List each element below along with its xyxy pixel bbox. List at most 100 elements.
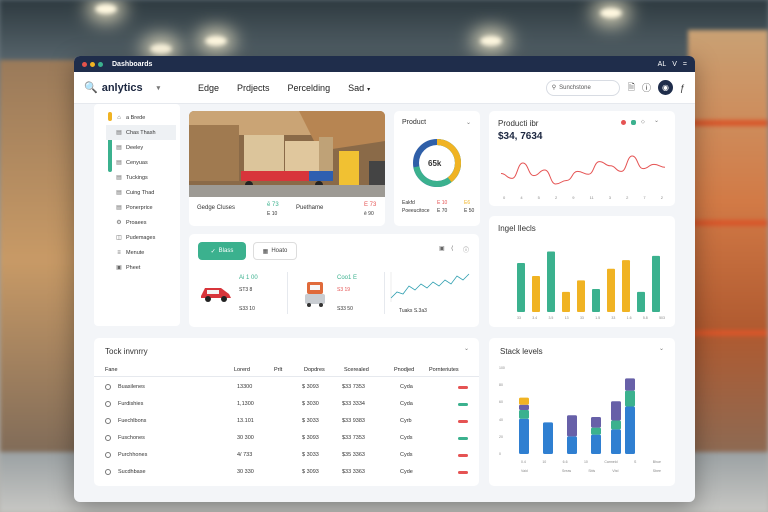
- column-header[interactable]: Lorerd: [234, 367, 250, 373]
- stock-levels-tick-label: 60: [499, 400, 503, 405]
- sidebar-item-0[interactable]: ⌂ a Brede: [106, 110, 176, 125]
- column-header[interactable]: Pnodjed: [394, 367, 414, 373]
- photo-left-label: Gedge Cluses: [197, 205, 236, 211]
- stock-levels-title: Stack levels: [500, 347, 543, 356]
- product-title: Product: [402, 119, 427, 126]
- sidebar-item-label: Pudemages: [126, 234, 156, 241]
- nav-link-1[interactable]: Edge: [198, 83, 219, 93]
- info-icon[interactable]: ⓘ: [463, 245, 469, 254]
- photo-mid-value: ē 73: [267, 202, 279, 208]
- production-tick-label: 9: [572, 195, 575, 200]
- column-header[interactable]: Fane: [105, 367, 118, 373]
- photo-mid-label: Puethame: [296, 205, 324, 211]
- row-radio[interactable]: [105, 418, 111, 424]
- cell-c3: $35 3363: [342, 452, 365, 458]
- cell-name: Sucdhbase: [118, 469, 146, 475]
- sidebar-item-5[interactable]: ▤ Cuing Thad: [106, 185, 176, 200]
- back-icon[interactable]: ⟨: [451, 245, 453, 252]
- sidebar-item-9[interactable]: ≡ Menute: [106, 245, 176, 260]
- ingel-tick-label: 33: [611, 316, 616, 320]
- table-row[interactable]: Sucdhbase 30 330 $ 3093 $33 3363 Cyde: [94, 464, 479, 481]
- stock-bar-segment: [625, 406, 635, 454]
- row-radio[interactable]: [105, 469, 111, 475]
- sidebar-item-7[interactable]: ⚙ Proaees: [106, 215, 176, 230]
- ingel-bar: [562, 291, 570, 312]
- cell-name: Buasilenes: [118, 384, 145, 390]
- legend-dot-red: [621, 120, 626, 125]
- titlebar-item-3[interactable]: =: [683, 61, 687, 68]
- sidebar-item-8[interactable]: ◫ Pudemages: [106, 230, 176, 245]
- table-row[interactable]: Fuschones 30 300 $ 3093 $33 7353 Cyds: [94, 430, 479, 447]
- chevron-down-icon: ▾: [156, 84, 161, 92]
- ingel-bar-chart: [517, 251, 660, 312]
- sidebar-item-label: Cenyuas: [126, 159, 148, 166]
- cell-c3: $33 7353: [342, 435, 365, 441]
- column-header[interactable]: Pornteriutes: [429, 367, 459, 373]
- summary-card: ✓ Blass ▦ Hoato ▣ ⟨ ⓘ Ai 1 00 ST3 8 S33 10…: [189, 234, 479, 327]
- item2-foot: S33 50: [337, 306, 353, 312]
- row-radio[interactable]: [105, 401, 111, 407]
- avatar[interactable]: ◉: [657, 80, 673, 95]
- nav-link-4-label: Sad: [348, 82, 365, 93]
- file-icon[interactable]: 🗎: [628, 80, 635, 96]
- cell-c3: $33 3363: [342, 469, 365, 475]
- titlebar-item-1[interactable]: AL: [658, 61, 667, 68]
- stock-bar-segment: [519, 397, 529, 405]
- table-row[interactable]: Purchhones 4/ 733 $ 3033 $35 3363 Cyds: [94, 447, 479, 464]
- sidebar-item-4[interactable]: ▤ Tuckings: [106, 170, 176, 185]
- column-header[interactable]: Dopdres: [304, 367, 325, 373]
- cell-c3: $33 7353: [342, 384, 365, 390]
- chevron-down-icon[interactable]: ⌄: [464, 345, 469, 352]
- row-radio[interactable]: [105, 452, 111, 458]
- secondary-button[interactable]: ▦ Hoato: [253, 242, 297, 260]
- secondary-button-label: Hoato: [271, 248, 288, 254]
- table-row[interactable]: Buasilenes 13300 $ 3093 $33 7353 Cyda: [94, 379, 479, 396]
- sidebar-item-1[interactable]: ▤ Chas Thash: [106, 125, 176, 140]
- sidebar-item-2[interactable]: ▤ Deeley: [106, 140, 176, 155]
- primary-button[interactable]: ✓ Blass: [198, 242, 246, 260]
- divider: [384, 272, 385, 314]
- column-header[interactable]: Prlt: [274, 367, 282, 373]
- cell-c2: $ 3093: [302, 435, 319, 441]
- doc-icon: ▤: [116, 190, 122, 196]
- titlebar-item-2[interactable]: V: [672, 61, 677, 68]
- warehouse-photo-card: Gedge Cluses ē 73 E 10 Puethame E 73 ē 9…: [189, 111, 385, 226]
- table-row[interactable]: Furdishies 1,1300 $ 3030 $33 3334 Cyda: [94, 396, 479, 413]
- maximize-dot[interactable]: [98, 61, 103, 67]
- sidebar-item-label: a Brede: [126, 114, 146, 121]
- row-radio[interactable]: [105, 435, 111, 441]
- sidebar-item-3[interactable]: ▤ Cenyuas: [106, 155, 176, 170]
- search-input[interactable]: ⚲ Sunchstone: [545, 79, 620, 96]
- help-icon[interactable]: ⓘ: [642, 81, 651, 94]
- filter-icon[interactable]: ƒ: [680, 83, 685, 93]
- brand[interactable]: 🔍 anlytics ▾: [84, 81, 184, 95]
- search-icon: 🔍: [84, 82, 98, 94]
- sidebar-item-6[interactable]: ▤ Ponerprice: [106, 200, 176, 215]
- nav-link-4[interactable]: Sad ▾: [348, 83, 370, 93]
- production-card: Producti ibr $34, 7634 ◇ ⌄ 0 4 5 2 9 11 3 2 7 2: [489, 111, 675, 206]
- stock-levels-tick-label: 0: [499, 451, 501, 456]
- row-radio[interactable]: [105, 384, 111, 390]
- sidebar-item-10[interactable]: ▣ Pheet: [106, 260, 176, 275]
- column-header[interactable]: Scerealed: [344, 367, 369, 373]
- stock-levels-tick-label: 40: [499, 417, 503, 422]
- nav-link-2[interactable]: Prdjects: [237, 83, 270, 93]
- ingel-tick-label: 5.8: [642, 316, 648, 320]
- table-row[interactable]: Fuechlbons 13.101 $ 3033 $33 9383 Cyrb: [94, 413, 479, 430]
- donut-value: 65k: [428, 159, 442, 168]
- minimize-dot[interactable]: [90, 61, 95, 67]
- more-icon[interactable]: ◇: [641, 119, 645, 125]
- ingel-tick-label: 33: [517, 316, 521, 320]
- export-icon[interactable]: ▣: [439, 245, 445, 252]
- stock-bar-segment: [611, 429, 621, 454]
- close-dot[interactable]: [82, 61, 87, 67]
- sidebar-item-label: Deeley: [126, 144, 144, 151]
- chevron-down-icon[interactable]: ⌄: [659, 345, 664, 352]
- nav-link-3[interactable]: Percelding: [288, 83, 331, 93]
- chevron-down-icon: ▾: [367, 86, 371, 93]
- cell-c1: 30 300: [237, 435, 254, 441]
- doc-icon: ▤: [116, 130, 122, 136]
- chevron-down-icon[interactable]: ⌄: [654, 117, 659, 124]
- chevron-down-icon[interactable]: ⌄: [466, 119, 471, 126]
- production-value: $34, 7634: [498, 131, 543, 142]
